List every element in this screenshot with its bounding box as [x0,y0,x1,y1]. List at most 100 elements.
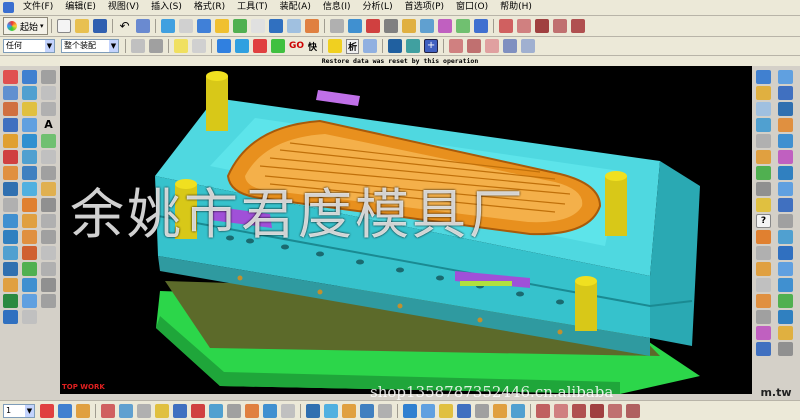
tool-right-icon[interactable] [756,230,771,244]
extract-icon[interactable] [3,262,18,276]
delete-face-icon[interactable] [3,278,18,292]
tool-right-icon[interactable] [778,182,793,196]
unite-icon[interactable] [22,182,37,196]
tool-right-icon[interactable] [756,294,771,308]
start-button[interactable]: 起始 ▾ [3,17,48,35]
new-file-icon[interactable] [56,19,71,33]
window-icon[interactable] [363,39,378,53]
tool-right-icon[interactable] [778,166,793,180]
orient-trimetric-icon[interactable] [378,403,392,418]
tool-right-icon[interactable] [778,294,793,308]
curve-arc-icon[interactable] [554,403,568,418]
face-blend-icon[interactable] [3,214,18,228]
snap-tangent-icon[interactable] [227,403,241,418]
shell-icon[interactable] [3,118,18,132]
bridge-curve-icon[interactable] [41,198,56,212]
quick-button[interactable]: 快 [308,40,317,53]
cylinder-icon[interactable] [3,86,18,100]
snap-grid-icon[interactable] [76,403,90,418]
save-icon[interactable] [92,19,107,33]
calculator-icon[interactable] [388,39,403,53]
ruled-surface-icon[interactable] [3,230,18,244]
clip-section-icon[interactable] [511,403,525,418]
fillet-curve-icon[interactable] [570,19,585,33]
menu-edit[interactable]: 编辑(E) [59,0,102,15]
wcs-icon[interactable] [250,19,265,33]
render-mode-icon[interactable] [178,19,193,33]
draft-icon[interactable] [3,182,18,196]
tool-right-icon[interactable] [756,278,771,292]
solid-green-icon[interactable] [3,294,18,308]
sweep-icon[interactable] [3,102,18,116]
tool-right-icon[interactable] [756,342,771,356]
snap-existing-icon[interactable] [281,403,295,418]
sketch-poly-icon[interactable] [467,39,482,53]
analysis-icon[interactable] [329,19,344,33]
measure-icon[interactable] [304,19,319,33]
snap-midpoint-icon[interactable] [209,403,223,418]
section-view-icon[interactable] [347,19,362,33]
view-orient-icon[interactable] [268,19,283,33]
tool-right-icon[interactable] [778,118,793,132]
snap-quadrant-icon[interactable] [245,403,259,418]
select-filter-dropdown[interactable]: 任何 ▼ [3,39,55,53]
parting-icon[interactable] [455,19,470,33]
trim-icon[interactable] [3,150,18,164]
tool-right-icon[interactable] [778,262,793,276]
curve-join-icon[interactable] [626,403,640,418]
snap-center-icon[interactable] [271,39,285,53]
layer-icon[interactable] [232,19,247,33]
orient-iso-icon[interactable] [360,403,374,418]
tool-right-icon[interactable] [756,86,771,100]
orient-top-icon[interactable] [306,403,320,418]
open-folder-icon[interactable] [74,19,89,33]
tool-right-icon[interactable] [778,342,793,356]
slot-icon[interactable] [41,134,56,148]
spline-curve-icon[interactable] [41,86,56,100]
block-icon[interactable] [22,70,37,84]
menu-preferences[interactable]: 首选项(P) [399,0,450,15]
menu-format[interactable]: 格式(R) [188,0,231,15]
mold-wizard-icon[interactable] [437,19,452,33]
point-icon[interactable] [41,70,56,84]
menu-help[interactable]: 帮助(H) [494,0,538,15]
tool-right-icon[interactable] [778,150,793,164]
add-icon[interactable]: + [424,39,439,53]
curve-icon[interactable] [498,19,513,33]
tool-right-icon[interactable] [778,198,793,212]
view-zoom-icon[interactable] [173,403,187,418]
snap-mid-icon[interactable] [235,39,249,53]
grid-icon[interactable] [192,39,206,53]
curve-spline-icon[interactable] [572,403,586,418]
sew-icon[interactable] [3,246,18,260]
model-view-icon[interactable] [160,19,175,33]
split-icon[interactable] [22,150,37,164]
view-rotate-icon[interactable] [137,403,151,418]
move-face-icon[interactable] [22,278,37,292]
assembly-scope-dropdown[interactable]: 整个装配 ▼ [61,39,119,53]
menu-file[interactable]: 文件(F) [17,0,59,15]
select-all-icon[interactable] [149,39,163,53]
sketch-offset-icon[interactable] [521,39,536,53]
arrow-icon[interactable] [101,403,115,418]
edit-object-icon[interactable] [135,19,150,33]
analysis-button[interactable]: 析 [346,38,360,54]
sketch-line-icon[interactable] [40,403,54,418]
mirror-icon[interactable] [3,166,18,180]
menu-view[interactable]: 视图(V) [102,0,145,15]
spline-icon[interactable] [552,19,567,33]
edge-blend-icon[interactable] [22,198,37,212]
through-curves-icon[interactable] [22,230,37,244]
tool-right-icon[interactable] [756,150,771,164]
tool-right-icon[interactable] [756,166,771,180]
extrude-icon[interactable] [473,19,488,33]
translucency-icon[interactable] [493,403,507,418]
curve-trim-icon[interactable] [608,403,622,418]
shaded-mode-icon[interactable] [403,403,417,418]
menu-info[interactable]: 信息(I) [317,0,357,15]
fit-view-icon[interactable] [286,19,301,33]
boss-icon[interactable] [3,134,18,148]
sketch-icon[interactable] [401,19,416,33]
tool-right-icon[interactable] [778,310,793,324]
sheet-icon[interactable] [406,39,421,53]
